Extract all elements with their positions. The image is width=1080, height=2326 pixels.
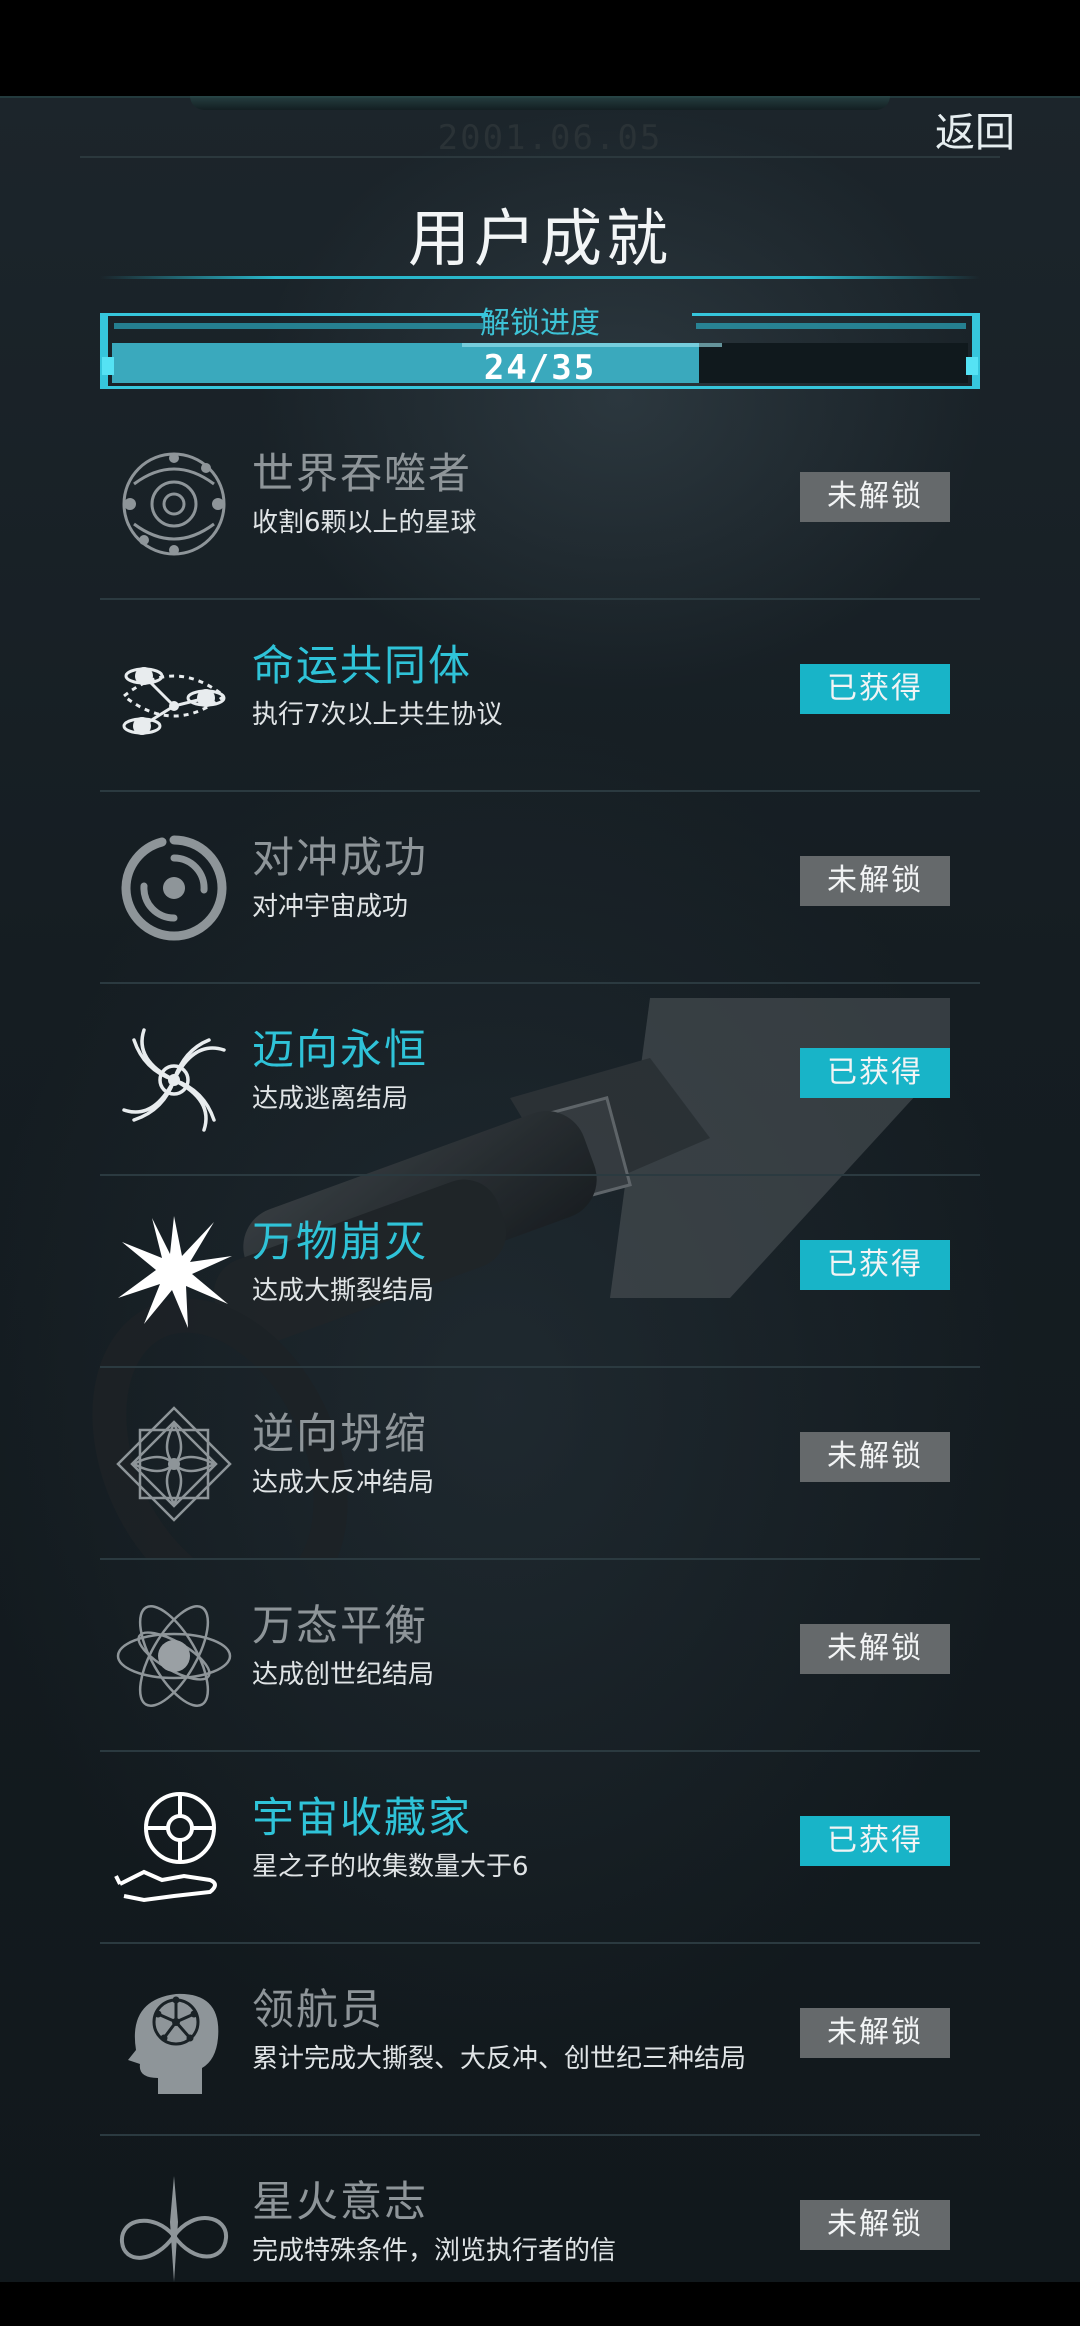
back-button[interactable]: 返回 — [920, 108, 1030, 158]
status-badge[interactable]: 已获得 — [800, 1816, 950, 1866]
achievement-list: 世界吞噬者 收割6颗以上的星球 未解锁 命运共同体 执行7次以上共生协议 已获得… — [100, 408, 980, 2326]
achievement-item: 迈向永恒 达成逃离结局 已获得 — [100, 984, 980, 1176]
achievement-item: 命运共同体 执行7次以上共生协议 已获得 — [100, 600, 980, 792]
achievement-name: 万态平衡 — [252, 1601, 429, 1650]
galaxy-spiral-icon — [122, 1028, 226, 1132]
panel-rim — [190, 96, 890, 110]
brain-head-icon — [128, 1993, 219, 2094]
achievement-item: 领航员 累计完成大撕裂、大反冲、创世纪三种结局 未解锁 — [100, 1944, 980, 2136]
status-badge[interactable]: 已获得 — [800, 664, 950, 714]
achievement-name: 宇宙收藏家 — [252, 1793, 473, 1842]
date-stamp: 2001.06.05 — [437, 118, 663, 158]
achievement-desc: 达成大撕裂结局 — [252, 1276, 435, 1306]
burst-icon — [118, 1216, 232, 1328]
status-badge[interactable]: 已获得 — [800, 1240, 950, 1290]
achievement-name: 对冲成功 — [252, 833, 429, 882]
achievement-desc: 达成创世纪结局 — [252, 1660, 435, 1690]
achievement-item: 逆向坍缩 达成大反冲结局 未解锁 — [100, 1368, 980, 1560]
achievement-item: 星火意志 完成特殊条件，浏览执行者的信 未解锁 — [100, 2136, 980, 2326]
achievement-desc: 对冲宇宙成功 — [252, 892, 409, 922]
achievement-item: 万态平衡 达成创世纪结局 未解锁 — [100, 1560, 980, 1752]
hand-globe-icon — [114, 1792, 217, 1903]
status-bar — [0, 0, 1080, 96]
achievement-desc: 达成逃离结局 — [252, 1084, 409, 1114]
linked-planets-icon — [122, 667, 227, 735]
achievement-desc: 执行7次以上共生协议 — [252, 700, 503, 730]
status-badge[interactable]: 未解锁 — [800, 856, 950, 906]
infinity-spark-icon — [119, 2176, 229, 2282]
progress-text: 24/35 — [483, 348, 597, 388]
achievement-item: 宇宙收藏家 星之子的收集数量大于6 已获得 — [100, 1752, 980, 1944]
status-badge[interactable]: 未解锁 — [800, 2200, 950, 2250]
achievement-name: 迈向永恒 — [252, 1025, 429, 1074]
achievement-desc: 星之子的收集数量大于6 — [252, 1852, 529, 1882]
swirl-icon — [121, 835, 227, 941]
atom-orbit-icon — [116, 1605, 232, 1707]
achievement-desc: 累计完成大撕裂、大反冲、创世纪三种结局 — [252, 2044, 747, 2074]
achievement-name: 世界吞噬者 — [252, 449, 473, 498]
achievement-name: 万物崩灭 — [252, 1217, 429, 1266]
status-badge[interactable]: 未解锁 — [800, 1432, 950, 1482]
status-badge[interactable]: 已获得 — [800, 1048, 950, 1098]
achievement-desc: 完成特殊条件，浏览执行者的信 — [252, 2236, 617, 2266]
page-title: 用户成就 — [407, 202, 672, 275]
planet-orbit-icon — [122, 452, 226, 556]
achievement-item: 万物崩灭 达成大撕裂结局 已获得 — [100, 1176, 980, 1368]
status-badge[interactable]: 未解锁 — [800, 2008, 950, 2058]
progress-bar: 24/35 — [100, 313, 980, 389]
achievement-name: 星火意志 — [252, 2177, 429, 2226]
title-divider — [100, 276, 980, 279]
header-divider — [80, 156, 1000, 158]
achievement-desc: 收割6颗以上的星球 — [252, 508, 477, 538]
achievement-name: 领航员 — [252, 1985, 385, 2034]
achievement-item: 世界吞噬者 收割6颗以上的星球 未解锁 — [100, 408, 980, 600]
mandala-icon — [116, 1406, 232, 1522]
achievement-item: 对冲成功 对冲宇宙成功 未解锁 — [100, 792, 980, 984]
status-badge[interactable]: 未解锁 — [800, 1624, 950, 1674]
achievement-desc: 达成大反冲结局 — [252, 1468, 435, 1498]
achievement-name: 命运共同体 — [252, 641, 473, 690]
achievement-name: 逆向坍缩 — [252, 1409, 429, 1458]
status-badge[interactable]: 未解锁 — [800, 472, 950, 522]
